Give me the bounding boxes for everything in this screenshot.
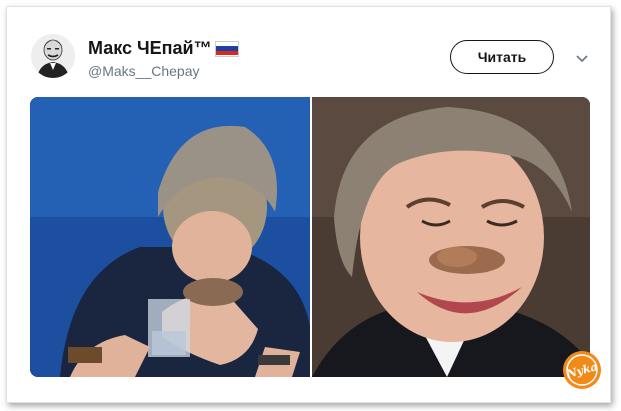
russian-flag-icon <box>214 40 239 57</box>
tweet-media[interactable] <box>30 97 590 377</box>
chevron-down-icon[interactable] <box>574 50 590 66</box>
author-handle[interactable]: @Maks__Chepay <box>88 63 239 79</box>
avatar-portrait-icon <box>31 34 75 78</box>
author-display-name: Макс ЧЕпай™ <box>88 38 212 58</box>
author-display-name-row[interactable]: Макс ЧЕпай™ <box>88 38 239 59</box>
author-names: Макс ЧЕпай™ @Maks__Chepay <box>88 38 239 79</box>
woman-eating-biscuit-photo <box>30 97 310 377</box>
tweet-header: Макс ЧЕпай™ @Maks__Chepay Читать <box>26 30 592 90</box>
watermark-logo: Nyka <box>562 350 602 390</box>
smiling-woman-with-biscuit-moustache-photo <box>312 97 590 377</box>
follow-button[interactable]: Читать <box>450 40 554 74</box>
avatar[interactable] <box>31 34 75 78</box>
